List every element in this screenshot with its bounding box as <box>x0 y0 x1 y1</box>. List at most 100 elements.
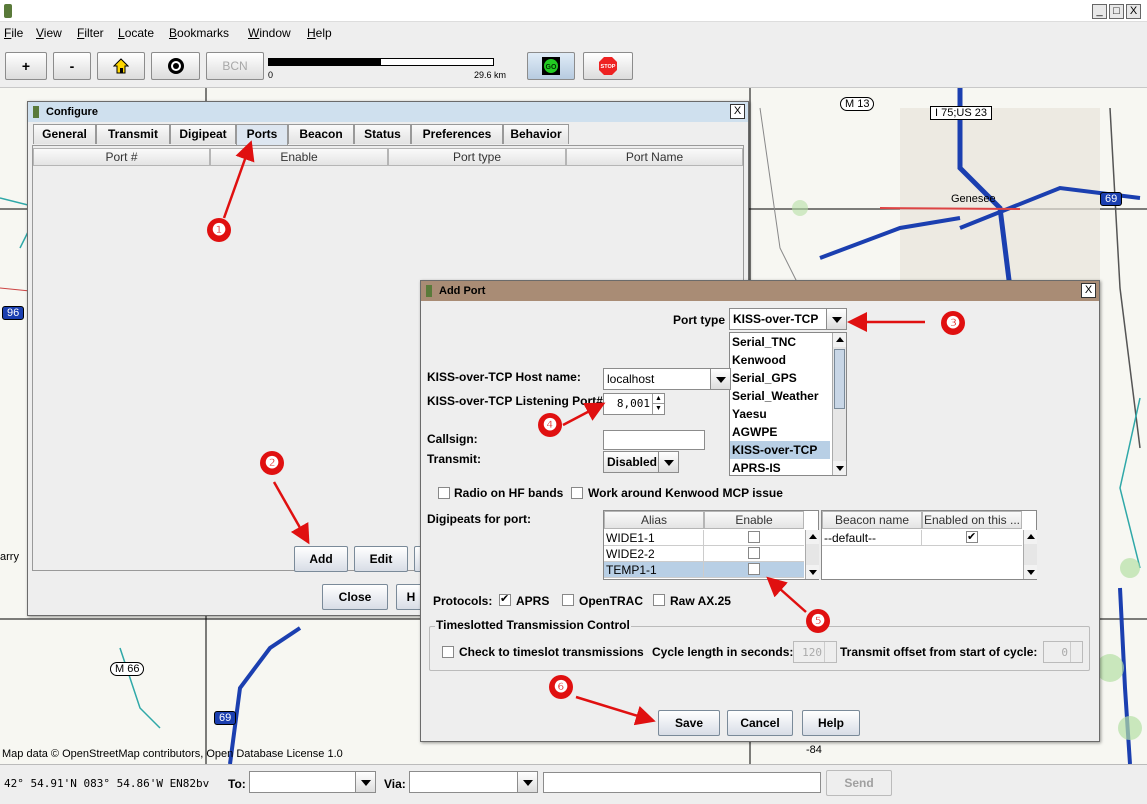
tab-transmit[interactable]: Transmit <box>96 124 170 144</box>
add-port-close-icon[interactable]: X <box>1081 283 1096 298</box>
option-agwpe[interactable]: AGWPE <box>730 423 830 441</box>
column-port-name[interactable]: Port Name <box>566 148 743 166</box>
column-beacon-name[interactable]: Beacon name <box>822 511 922 529</box>
alias-enable-checkbox[interactable] <box>748 563 760 575</box>
spinner-arrows-icon[interactable] <box>824 642 836 662</box>
scroll-down-icon[interactable] <box>1024 565 1037 579</box>
option-aprs-is[interactable]: APRS-IS <box>730 459 830 477</box>
tab-status[interactable]: Status <box>354 124 411 144</box>
center-button[interactable] <box>151 52 200 80</box>
chevron-down-icon[interactable] <box>658 452 678 472</box>
tab-ports[interactable]: Ports <box>236 124 288 145</box>
spinner-arrows-icon[interactable] <box>1070 642 1082 662</box>
option-yaesu[interactable]: Yaesu <box>730 405 830 423</box>
column-alias[interactable]: Alias <box>604 511 704 529</box>
beacon-button[interactable]: BCN <box>206 52 264 80</box>
zoom-out-button[interactable]: - <box>53 52 91 80</box>
beacon-enabled-cell[interactable] <box>922 529 1022 546</box>
send-button[interactable]: Send <box>826 770 892 796</box>
scroll-down-icon[interactable] <box>833 461 846 475</box>
scroll-up-icon[interactable] <box>806 530 819 544</box>
column-enable[interactable]: Enable <box>210 148 388 166</box>
radio-hf-checkbox[interactable] <box>438 487 450 499</box>
chevron-down-icon[interactable] <box>517 772 537 792</box>
tab-beacon[interactable]: Beacon <box>288 124 354 144</box>
transmit-select[interactable]: Disabled <box>603 451 679 473</box>
menu-locate[interactable]: Locate <box>118 26 154 40</box>
scroll-down-icon[interactable] <box>806 565 819 579</box>
transmit-offset-spinner[interactable]: 0 <box>1043 641 1083 663</box>
alias-cell[interactable]: TEMP1-1 <box>604 562 704 578</box>
spinner-up-icon[interactable]: ▲ <box>652 394 664 404</box>
menu-view[interactable]: View <box>36 26 62 40</box>
menu-help[interactable]: Help <box>307 26 332 40</box>
to-select[interactable] <box>249 771 376 793</box>
beacon-scrollbar[interactable] <box>1023 530 1037 579</box>
chevron-down-icon[interactable] <box>826 309 846 329</box>
scroll-up-icon[interactable] <box>833 333 846 347</box>
timeslot-checkbox[interactable] <box>442 646 454 658</box>
configure-close-button[interactable]: Close <box>322 584 388 610</box>
stop-button[interactable]: STOP <box>583 52 633 80</box>
column-port-number[interactable]: Port # <box>33 148 210 166</box>
menu-file[interactable]: File <box>4 26 23 40</box>
option-serial-weather[interactable]: Serial_Weather <box>730 387 830 405</box>
window-close-button[interactable]: X <box>1126 4 1141 19</box>
option-kiss-over-tcp[interactable]: KISS-over-TCP <box>730 441 830 459</box>
go-button[interactable]: GO <box>527 52 575 80</box>
alias-cell[interactable]: WIDE2-2 <box>604 546 704 562</box>
callsign-input[interactable] <box>603 430 705 450</box>
transmit-offset-label: Transmit offset from start of cycle: <box>840 645 1038 659</box>
cursor-coordinates: 42° 54.91'N 083° 54.86'W EN82bv <box>4 777 210 790</box>
beacon-enabled-checkbox[interactable] <box>966 529 978 545</box>
home-button[interactable] <box>97 52 145 80</box>
maximize-button[interactable]: □ <box>1109 4 1124 19</box>
kenwood-mcp-checkbox[interactable] <box>571 487 583 499</box>
option-serial-tnc[interactable]: Serial_TNC <box>730 333 830 351</box>
chevron-down-icon[interactable] <box>355 772 375 792</box>
alias-enable-checkbox[interactable] <box>748 547 760 559</box>
host-name-select[interactable]: localhost <box>603 368 731 390</box>
aprs-checkbox[interactable] <box>499 592 511 606</box>
option-kenwood[interactable]: Kenwood <box>730 351 830 369</box>
message-input[interactable] <box>543 772 821 793</box>
configure-close-icon[interactable]: X <box>730 104 745 119</box>
beacon-cell[interactable]: --default-- <box>822 530 922 546</box>
cancel-button[interactable]: Cancel <box>727 710 793 736</box>
menu-filter[interactable]: Filter <box>77 26 104 40</box>
tab-digipeat[interactable]: Digipeat <box>170 124 236 144</box>
chevron-down-icon[interactable] <box>710 369 730 389</box>
menu-window[interactable]: Window <box>248 26 291 40</box>
scroll-thumb[interactable] <box>834 349 845 409</box>
menu-bookmarks[interactable]: Bookmarks <box>169 26 229 40</box>
alias-enable-cell[interactable] <box>704 530 804 546</box>
option-serial-gps[interactable]: Serial_GPS <box>730 369 830 387</box>
opentrac-checkbox[interactable] <box>562 594 574 606</box>
dropdown-scrollbar[interactable] <box>832 333 846 475</box>
alias-cell[interactable]: WIDE1-1 <box>604 530 704 546</box>
tab-preferences[interactable]: Preferences <box>411 124 503 144</box>
cycle-length-spinner[interactable]: 120 <box>793 641 837 663</box>
alias-enable-cell[interactable] <box>704 562 804 578</box>
spinner-down-icon[interactable]: ▼ <box>652 404 664 414</box>
column-port-type[interactable]: Port type <box>388 148 566 166</box>
listening-port-spinner[interactable]: 8,001 ▲ ▼ <box>603 393 665 415</box>
port-type-select[interactable]: KISS-over-TCP <box>729 308 847 330</box>
add-port-title: Add Port <box>439 285 486 297</box>
alias-scrollbar[interactable] <box>805 530 819 579</box>
tab-general[interactable]: General <box>33 124 96 144</box>
add-port-button[interactable]: Add <box>294 546 348 572</box>
help-button[interactable]: Help <box>802 710 860 736</box>
scroll-up-icon[interactable] <box>1024 530 1037 544</box>
via-select[interactable] <box>409 771 538 793</box>
zoom-in-button[interactable]: + <box>5 52 47 80</box>
raw-ax25-checkbox[interactable] <box>653 594 665 606</box>
alias-enable-cell[interactable] <box>704 546 804 562</box>
column-alias-enable[interactable]: Enable <box>704 511 804 529</box>
alias-enable-checkbox[interactable] <box>748 531 760 543</box>
tab-behavior[interactable]: Behavior <box>503 124 569 144</box>
column-beacon-enabled[interactable]: Enabled on this ... <box>922 511 1022 529</box>
save-button[interactable]: Save <box>658 710 720 736</box>
minimize-button[interactable]: _ <box>1092 4 1107 19</box>
edit-port-button[interactable]: Edit <box>354 546 408 572</box>
